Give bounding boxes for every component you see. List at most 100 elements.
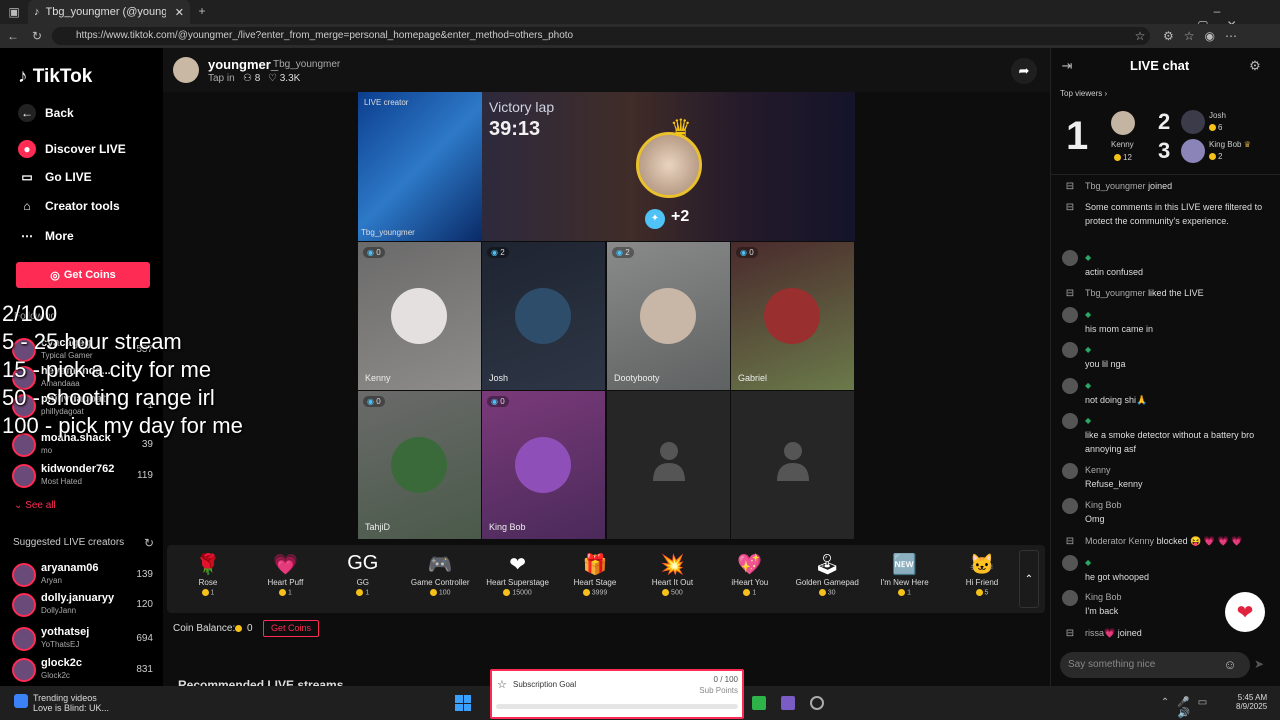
guest-tile[interactable]: ◉ 0 TahjiD bbox=[358, 391, 481, 539]
guest-tile[interactable]: ◉ 0 King Bob bbox=[482, 391, 605, 539]
back-button[interactable]: ← Back bbox=[18, 104, 74, 122]
avatar bbox=[1062, 463, 1078, 479]
suggested-item[interactable]: glock2c Glock2c 831 bbox=[12, 656, 157, 686]
back-arrow-icon[interactable]: ← bbox=[6, 29, 20, 43]
nav-go-live[interactable]: ▭ Go LIVE bbox=[18, 170, 91, 184]
sidebar-toggle-icon[interactable]: ▣ bbox=[6, 5, 22, 19]
chat-message[interactable]: Kenny Refuse_kenny bbox=[1062, 463, 1272, 491]
trending-widget-icon[interactable] bbox=[14, 694, 28, 708]
browser-toolbar-icons[interactable]: ⚙☆◉⋯ bbox=[1160, 29, 1250, 43]
chat-body: Omg bbox=[1085, 514, 1105, 524]
nav-more[interactable]: ⋯ More bbox=[18, 229, 74, 243]
gift-item[interactable]: 🐱 Hi Friend 5 bbox=[944, 552, 1020, 596]
gift-item[interactable]: 🆕 I'm New Here 1 bbox=[867, 552, 943, 596]
game-app-icon[interactable] bbox=[781, 696, 795, 710]
coin-icon: ◎ bbox=[50, 269, 60, 282]
gift-price: 15000 bbox=[480, 589, 556, 596]
chat-user[interactable]: Tbg_youngmer bbox=[1085, 288, 1146, 298]
collapse-chat-icon[interactable]: ⇥ bbox=[1060, 58, 1074, 74]
chat-message[interactable]: ◆ you lil nga bbox=[1062, 342, 1272, 370]
like-heart-button[interactable]: ❤ bbox=[1225, 592, 1265, 632]
chat-user[interactable]: King Bob bbox=[1085, 500, 1122, 510]
gift-item[interactable]: 🎁 Heart Stage 3999 bbox=[557, 552, 633, 596]
empty-guest-slot[interactable] bbox=[731, 391, 854, 539]
back-icon: ← bbox=[18, 104, 36, 122]
host-video-pane[interactable]: LIVE creator Tbg_youngmer bbox=[358, 92, 482, 241]
empty-guest-slot[interactable] bbox=[607, 391, 730, 539]
chat-user[interactable]: Moderator Kenny bbox=[1085, 536, 1154, 546]
get-coins-button[interactable]: ◎ Get Coins bbox=[16, 262, 150, 288]
close-tab-icon[interactable]: ✕ bbox=[175, 6, 184, 19]
gift-item[interactable]: 💗 Heart Puff 1 bbox=[247, 552, 323, 596]
send-icon[interactable]: ➤ bbox=[1252, 657, 1266, 671]
nav-creator-tools[interactable]: ⌂ Creator tools bbox=[18, 199, 119, 213]
trending-widget[interactable]: Trending videos Love is Blind: UK... bbox=[33, 693, 109, 713]
goal-line: 100 - pick my day for me bbox=[2, 413, 243, 438]
chat-message[interactable]: ⊟ Tbg_youngmer joined bbox=[1062, 179, 1272, 193]
favorite-star-icon[interactable]: ☆ bbox=[1133, 29, 1147, 43]
tab-title: Tbg_youngmer (@youngme bbox=[45, 6, 166, 18]
following-item[interactable]: kidwonder762 Most Hated 119 bbox=[12, 462, 157, 492]
refresh-suggested-icon[interactable]: ↻ bbox=[143, 536, 155, 550]
system-tray-icons[interactable]: ⌃🎤▭🔊 bbox=[1152, 697, 1224, 719]
guest-tile[interactable]: ◉ 2 Dootybooty bbox=[607, 242, 730, 390]
rank-2-avatar[interactable] bbox=[1181, 110, 1205, 134]
like-count: ♡ 3.3K bbox=[268, 73, 301, 84]
chat-message[interactable]: ⊟ Some comments in this LIVE were filtere… bbox=[1062, 200, 1272, 244]
emoji-icon[interactable]: ☺ bbox=[1223, 657, 1237, 672]
spreadsheet-app-icon[interactable] bbox=[752, 696, 766, 710]
taskbar-clock[interactable]: 5:45 AM 8/9/2025 bbox=[1236, 693, 1267, 711]
winner-avatar[interactable] bbox=[636, 132, 702, 198]
chat-message[interactable]: ⊟ Tbg_youngmer liked the LIVE bbox=[1062, 286, 1272, 300]
suggested-heading: Suggested LIVE creators bbox=[13, 537, 125, 548]
guest-tile[interactable]: ◉ 0 Gabriel bbox=[731, 242, 854, 390]
suggested-item[interactable]: dolly.januaryy DollyJann 120 bbox=[12, 591, 157, 621]
subscription-goal-progress: 0 / 100 bbox=[713, 675, 738, 684]
chat-user[interactable]: Tbg_youngmer bbox=[1085, 181, 1146, 191]
gift-item[interactable]: GG GG 1 bbox=[325, 552, 401, 596]
tiktok-logo[interactable]: ♪ TikTok bbox=[18, 66, 92, 88]
rank-1-avatar[interactable] bbox=[1111, 111, 1135, 135]
chat-message[interactable]: ◆ not doing shi🙏 bbox=[1062, 378, 1272, 406]
windows-start-icon[interactable] bbox=[455, 695, 471, 711]
browser-app-icon[interactable] bbox=[810, 696, 824, 710]
nav-discover-live[interactable]: ● Discover LIVE bbox=[18, 140, 126, 158]
viewer-count: 694 bbox=[136, 633, 153, 644]
rank-3-avatar[interactable] bbox=[1181, 139, 1205, 163]
chat-user[interactable]: King Bob bbox=[1085, 592, 1122, 602]
suggested-item[interactable]: yothatsej YoThatsEJ 694 bbox=[12, 625, 157, 655]
expand-gifts-button[interactable]: ⌃ bbox=[1019, 550, 1039, 608]
new-tab-icon[interactable]: + bbox=[195, 4, 209, 18]
browser-tab[interactable]: ♪ Tbg_youngmer (@youngme ✕ bbox=[28, 0, 190, 24]
share-button[interactable]: ➦ bbox=[1011, 58, 1037, 84]
chat-text: Moderator Kenny blocked 😝 💗 💗 💗 bbox=[1085, 534, 1265, 548]
chat-message[interactable]: ◆ his mom came in bbox=[1062, 307, 1272, 335]
get-coins-small-button[interactable]: Get Coins bbox=[263, 620, 319, 637]
gift-item[interactable]: 💖 iHeart You 1 bbox=[712, 552, 788, 596]
top-viewers-link[interactable]: Top viewers › bbox=[1060, 89, 1107, 98]
refresh-icon[interactable]: ↻ bbox=[30, 29, 44, 43]
guest-tile[interactable]: ◉ 2 Josh bbox=[482, 242, 605, 390]
gift-item[interactable]: 🌹 Rose 1 bbox=[170, 552, 246, 596]
gift-item[interactable]: 🕹 Golden Gamepad 30 bbox=[789, 552, 865, 596]
url-input[interactable]: https://www.tiktok.com/@youngmer_/live?e… bbox=[52, 27, 1150, 45]
guest-tile[interactable]: ◉ 0 Kenny bbox=[358, 242, 481, 390]
chat-message[interactable]: ◆ actin confused bbox=[1062, 250, 1272, 278]
chat-message[interactable]: ⊟ Moderator Kenny blocked 😝 💗 💗 💗 bbox=[1062, 534, 1272, 548]
chat-user[interactable]: Kenny bbox=[1085, 465, 1111, 475]
suggested-item[interactable]: aryanam06 Aryan 139 bbox=[12, 561, 157, 591]
chat-message[interactable]: ◆ like a smoke detector without a battery… bbox=[1062, 413, 1272, 455]
gift-item[interactable]: 💥 Heart It Out 500 bbox=[634, 552, 710, 596]
host-avatar[interactable] bbox=[173, 57, 199, 83]
gift-item[interactable]: 🎮 Game Controller 100 bbox=[402, 552, 478, 596]
chat-input[interactable]: Say something nice bbox=[1060, 652, 1250, 678]
chat-user[interactable]: rissa💗 bbox=[1085, 628, 1115, 638]
see-all-link[interactable]: ⌄ See all bbox=[14, 500, 56, 511]
coin-icon bbox=[201, 589, 209, 596]
rank-3-number: 3 bbox=[1158, 138, 1171, 163]
chat-message[interactable]: ◆ he got whooped bbox=[1062, 555, 1272, 583]
gift-item[interactable]: ❤ Heart Superstage 15000 bbox=[480, 552, 556, 596]
chat-settings-gear-icon[interactable]: ⚙ bbox=[1248, 58, 1262, 74]
chat-message[interactable]: King Bob Omg bbox=[1062, 498, 1272, 526]
host-name[interactable]: youngmer_ bbox=[208, 57, 278, 72]
